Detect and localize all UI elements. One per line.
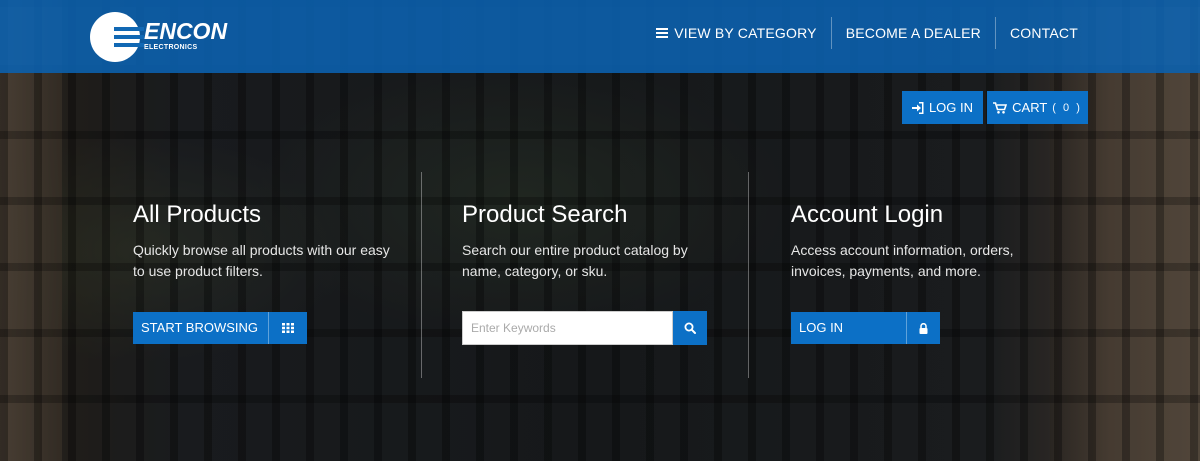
login-label: LOG IN xyxy=(928,100,974,115)
account-login-title: Account Login xyxy=(791,201,944,228)
brand-name: ENCON xyxy=(144,18,228,44)
grid-icon xyxy=(282,323,295,333)
start-browsing-button[interactable]: START BROWSING xyxy=(133,312,308,344)
all-products-description: Quickly browse all products with our eas… xyxy=(133,242,390,279)
search-input[interactable] xyxy=(462,311,673,345)
nav-view-by-category-label: VIEW BY CATEGORY xyxy=(674,25,817,41)
sign-in-icon xyxy=(911,101,924,114)
account-login-button[interactable]: LOG IN xyxy=(791,312,940,344)
account-login-description: Access account information, orders, invo… xyxy=(791,242,1014,279)
account-buttons: LOG IN CART ( 0 ) xyxy=(902,91,1088,124)
product-search-title: Product Search xyxy=(462,201,628,228)
cart-count: ( 0 ) xyxy=(1052,101,1082,114)
login-button[interactable]: LOG IN xyxy=(902,91,983,124)
search-form xyxy=(462,311,707,345)
top-nav: VIEW BY CATEGORY BECOME A DEALER CONTACT xyxy=(642,17,1092,49)
account-login-panel: Account Login Access account information… xyxy=(791,200,1021,282)
start-browsing-label: START BROWSING xyxy=(141,320,259,335)
nav-contact[interactable]: CONTACT xyxy=(996,17,1092,49)
all-products-panel: All Products Quickly browse all products… xyxy=(133,200,393,282)
brand-logo[interactable]: ENCON ELECTRONICS xyxy=(90,12,227,62)
column-divider xyxy=(421,172,422,378)
product-search-panel: Product Search Search our entire product… xyxy=(462,200,702,282)
nav-become-dealer[interactable]: BECOME A DEALER xyxy=(832,17,995,49)
site-header: ENCON ELECTRONICS VIEW BY CATEGORY BECOM… xyxy=(0,0,1200,73)
brand-sub: ELECTRONICS xyxy=(144,44,198,51)
cart-button[interactable]: CART ( 0 ) xyxy=(987,91,1088,124)
account-login-label: LOG IN xyxy=(799,320,844,335)
all-products-title: All Products xyxy=(133,201,262,228)
search-button[interactable] xyxy=(673,311,707,345)
cart-icon xyxy=(993,101,1008,114)
lock-icon xyxy=(919,322,928,334)
product-search-description: Search our entire product catalog by nam… xyxy=(462,242,688,279)
search-icon xyxy=(684,322,696,334)
column-divider xyxy=(748,172,749,378)
cart-label: CART xyxy=(1012,100,1048,115)
nav-view-by-category[interactable]: VIEW BY CATEGORY xyxy=(642,17,830,49)
menu-icon xyxy=(656,28,669,38)
